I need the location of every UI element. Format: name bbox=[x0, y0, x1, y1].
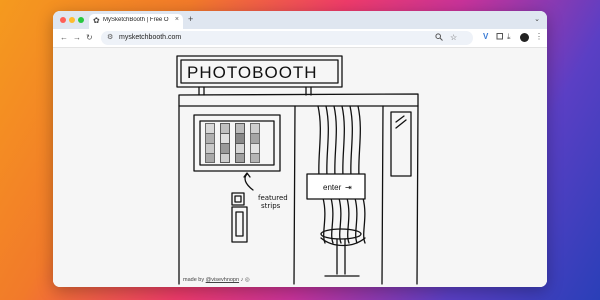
v-extension-icon[interactable]: V bbox=[483, 32, 488, 41]
sketch-favicon-icon: ✿ bbox=[93, 16, 100, 25]
photobooth-sketch: PHOTOBOOTH enter ⇥ featured strips bbox=[176, 55, 419, 285]
credit-handle-link[interactable]: @visevhnopn bbox=[206, 277, 239, 283]
minimize-window-button[interactable] bbox=[69, 17, 75, 23]
reload-button[interactable]: ↻ bbox=[86, 33, 93, 42]
toolbar: ← → ↻ ⚙ mysketchbooth.com ☆ V ⤓ ⋮ bbox=[53, 29, 547, 48]
zoom-icon[interactable] bbox=[435, 33, 443, 43]
enter-button[interactable]: enter ⇥ bbox=[323, 183, 352, 192]
maximize-window-button[interactable] bbox=[78, 17, 84, 23]
tab-bar: ✿ MySketchBooth | Free Online × + ⌄ bbox=[53, 11, 547, 29]
featured-label-line1: featured bbox=[258, 194, 288, 202]
social-icons[interactable]: ♪ ◎ bbox=[241, 277, 250, 283]
tab-search-icon[interactable]: ⌄ bbox=[534, 15, 540, 23]
url-text[interactable]: mysketchbooth.com bbox=[119, 34, 181, 41]
forward-button[interactable]: → bbox=[73, 33, 81, 42]
menu-kebab-icon[interactable]: ⋮ bbox=[535, 32, 543, 41]
sign-title: PHOTOBOOTH bbox=[187, 63, 318, 82]
browser-window: ✿ MySketchBooth | Free Online × + ⌄ ← → … bbox=[53, 11, 547, 287]
close-window-button[interactable] bbox=[60, 17, 66, 23]
back-button[interactable]: ← bbox=[60, 33, 68, 42]
credit-prefix: made by bbox=[183, 277, 205, 283]
featured-label-line2: strips bbox=[261, 202, 281, 210]
tab-title: MySketchBooth | Free Online bbox=[103, 17, 169, 23]
enter-arrow-icon: ⇥ bbox=[345, 183, 352, 192]
credit-line: made by @visevhnopn ♪ ◎ bbox=[183, 277, 250, 283]
enter-label[interactable]: enter bbox=[323, 183, 342, 192]
page-content: PHOTOBOOTH enter ⇥ featured strips made … bbox=[53, 48, 547, 287]
puzzle-extensions-icon[interactable] bbox=[496, 32, 504, 42]
tab-close-icon[interactable]: × bbox=[175, 16, 179, 23]
download-icon[interactable]: ⤓ bbox=[507, 32, 511, 42]
site-settings-icon[interactable]: ⚙ bbox=[107, 33, 113, 41]
address-bar[interactable]: ⚙ mysketchbooth.com ☆ bbox=[101, 31, 473, 45]
photo-strips bbox=[205, 123, 260, 163]
tab-mysketchbooth[interactable]: ✿ MySketchBooth | Free Online × bbox=[89, 14, 183, 29]
profile-avatar-icon[interactable] bbox=[520, 33, 529, 42]
new-tab-button[interactable]: + bbox=[188, 14, 193, 24]
bookmark-star-icon[interactable]: ☆ bbox=[450, 33, 457, 42]
